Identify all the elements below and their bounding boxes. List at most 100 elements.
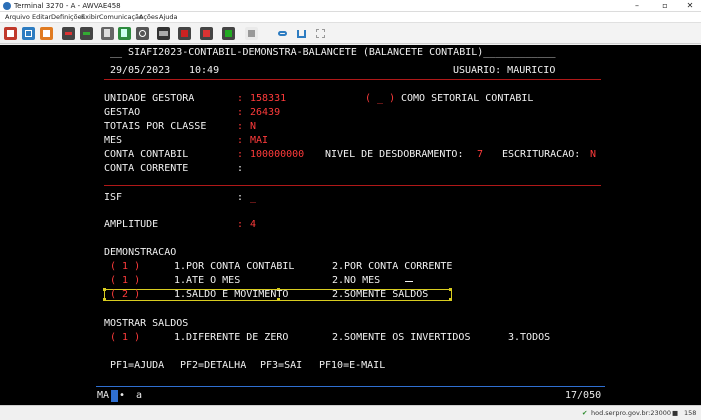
menu-exibir[interactable]: Exibir xyxy=(81,13,99,22)
header-divider xyxy=(104,79,601,80)
amplitude-label: AMPLITUDE xyxy=(104,219,159,230)
host-address: hod.serpro.gov.br:23000 xyxy=(591,409,671,417)
close-icon[interactable]: ✕ xyxy=(679,0,701,12)
screen-date: 29/05/2023 xyxy=(110,65,171,76)
app-icon xyxy=(3,2,11,10)
mostrar-saldos-title: MOSTRAR SALDOS xyxy=(104,318,189,329)
menu-definicoes[interactable]: Definições xyxy=(51,13,85,22)
colon: : xyxy=(237,107,244,118)
oia-divider xyxy=(96,386,605,387)
pf10-key[interactable]: PF10=E-MAIL xyxy=(319,360,385,372)
demonstracao-select-3[interactable]: ( 2 ) xyxy=(110,289,140,301)
nivel-field[interactable]: 7 xyxy=(477,149,483,161)
mes-field[interactable]: MAI xyxy=(250,135,268,147)
resize-handle[interactable] xyxy=(449,288,452,291)
terminal-screen[interactable]: __ SIAFI2023-CONTABIL-DEMONSTRA-BALANCET… xyxy=(0,45,701,405)
menu-acoes[interactable]: Ações xyxy=(139,13,158,22)
nivel-label: NIVEL DE DESDOBRAMENTO: xyxy=(325,149,464,160)
pf3-key[interactable]: PF3=SAI xyxy=(260,360,302,372)
menu-ajuda[interactable]: Ajuda xyxy=(159,13,177,22)
demonstracao-option: 1.POR CONTA CONTABIL xyxy=(174,261,295,272)
toolbar xyxy=(0,23,701,44)
macro-play-icon[interactable] xyxy=(178,27,191,40)
macro-stop-square-icon[interactable] xyxy=(245,27,258,40)
resize-handle[interactable] xyxy=(103,288,106,291)
resize-handle[interactable] xyxy=(449,298,452,301)
oia-indicator: • xyxy=(119,390,126,401)
colon: : xyxy=(237,93,244,104)
setorial-label: COMO SETORIAL CONTABIL xyxy=(401,93,534,104)
totais-field[interactable]: N xyxy=(250,121,256,133)
copy-icon[interactable] xyxy=(101,27,114,40)
conta-contabil-label: CONTA CONTABIL xyxy=(104,149,189,160)
demonstracao-option: 2.POR CONTA CORRENTE xyxy=(332,261,453,272)
demonstracao-option: 1.SALDO E MOVIMENTO xyxy=(174,289,289,300)
screen-time: 10:49 xyxy=(189,65,220,76)
demonstracao-option: 1.ATE O MES xyxy=(174,275,241,286)
menu-arquivo[interactable]: Arquivo xyxy=(5,13,30,22)
print-icon[interactable] xyxy=(4,27,17,40)
link-icon[interactable] xyxy=(276,27,289,40)
colon: : xyxy=(237,219,244,230)
mostrar-option: 3.TODOS xyxy=(508,332,551,343)
colon: : xyxy=(237,192,244,203)
menu-editar[interactable]: Editar xyxy=(32,13,51,22)
gestao-field[interactable]: 26439 xyxy=(250,107,280,119)
text-cursor xyxy=(111,390,118,402)
resize-handle[interactable] xyxy=(103,298,106,301)
send-file-icon[interactable] xyxy=(62,27,75,40)
colon: : xyxy=(237,163,244,174)
macro-record-icon[interactable] xyxy=(222,27,235,40)
colon: : xyxy=(237,135,244,146)
keyboard-icon[interactable] xyxy=(157,27,170,40)
text-cursor-mark xyxy=(405,281,413,282)
session-code: 158 xyxy=(684,409,697,417)
demonstracao-option: 2.NO MES xyxy=(332,275,381,286)
menu-comunicacao[interactable]: Comunicação xyxy=(99,13,143,22)
unidade-gestora-label: UNIDADE GESTORA xyxy=(104,93,195,104)
demonstracao-select-2[interactable]: ( 1 ) xyxy=(110,275,140,287)
pf1-key[interactable]: PF1=AJUDA xyxy=(110,360,164,372)
title-bar: Terminal 3270 - A - AWVAE458 – ▫ ✕ xyxy=(0,0,701,12)
expand-icon[interactable] xyxy=(314,27,327,40)
colon: : xyxy=(237,149,244,160)
connection-icon: ✔ xyxy=(582,409,588,417)
paste-clipboard-icon[interactable] xyxy=(118,27,131,40)
mes-label: MES xyxy=(104,135,123,146)
mostrar-option: 1.DIFERENTE DE ZERO xyxy=(174,332,289,343)
oia-input-mode: a xyxy=(136,390,143,401)
escrituracao-field[interactable]: N xyxy=(590,149,596,161)
gestao-label: GESTAO xyxy=(104,107,141,118)
copy-screen-icon[interactable] xyxy=(22,27,35,40)
unidade-gestora-field[interactable]: 158331 xyxy=(250,93,286,105)
minimize-icon[interactable]: – xyxy=(626,0,648,12)
escrituracao-label: ESCRITURACAO: xyxy=(502,149,581,160)
screen-user: USUARIO: MAURICIO xyxy=(453,65,556,76)
amplitude-field[interactable]: 4 xyxy=(250,219,256,231)
maximize-icon[interactable]: ▫ xyxy=(654,0,676,12)
totais-label: TOTAIS POR CLASSE xyxy=(104,121,207,132)
status-bar: ✔ hod.serpro.gov.br:23000 ■ 158 xyxy=(0,405,701,420)
setorial-field[interactable]: ( _ ) xyxy=(365,93,395,105)
paste-icon[interactable] xyxy=(40,27,53,40)
menu-bar: Arquivo Editar Definições Exibir Comunic… xyxy=(0,12,701,23)
conta-contabil-field[interactable]: 100000000 xyxy=(250,149,304,161)
upload-icon[interactable] xyxy=(295,27,308,40)
colon: : xyxy=(237,121,244,132)
lock-icon: ■ xyxy=(672,409,679,417)
receive-file-icon[interactable] xyxy=(80,27,93,40)
screen-header: __ SIAFI2023-CONTABIL-DEMONSTRA-BALANCET… xyxy=(110,47,556,58)
macro-stop-icon[interactable] xyxy=(200,27,213,40)
demonstracao-select-1[interactable]: ( 1 ) xyxy=(110,261,140,273)
cursor-position: 17/050 xyxy=(565,390,602,401)
section-divider xyxy=(104,185,601,186)
reset-icon[interactable] xyxy=(136,27,149,40)
pf2-key[interactable]: PF2=DETALHA xyxy=(180,360,246,372)
mostrar-option: 2.SOMENTE OS INVERTIDOS xyxy=(332,332,471,343)
conta-corrente-label: CONTA CORRENTE xyxy=(104,163,189,174)
isf-field[interactable]: _ xyxy=(250,192,256,204)
demonstracao-option: 2.SOMENTE SALDOS xyxy=(332,289,429,300)
mostrar-saldos-select[interactable]: ( 1 ) xyxy=(110,332,140,344)
window-title: Terminal 3270 - A - AWVAE458 xyxy=(14,2,121,10)
demonstracao-title: DEMONSTRACAO xyxy=(104,247,177,258)
